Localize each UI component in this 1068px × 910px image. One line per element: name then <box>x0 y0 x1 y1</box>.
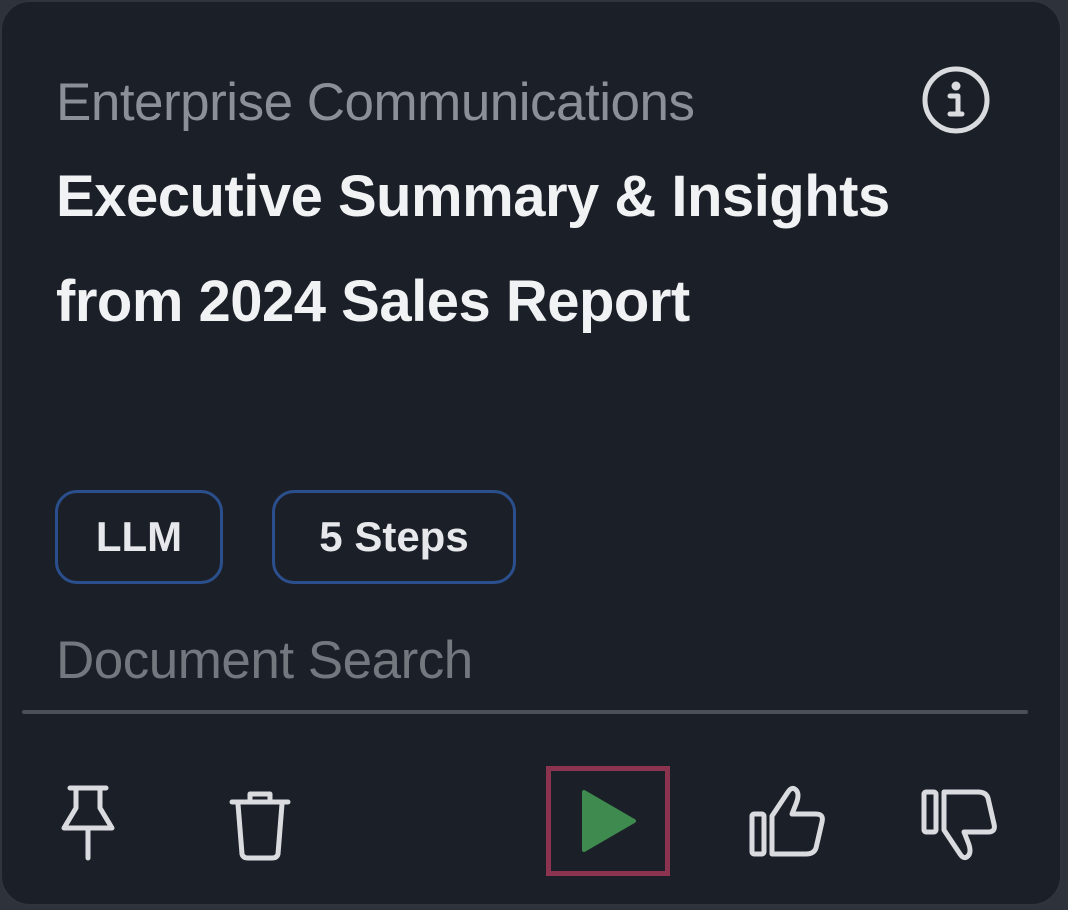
thumbs-down-button[interactable] <box>918 784 1002 864</box>
pin-button[interactable] <box>52 782 124 862</box>
divider <box>22 710 1028 714</box>
thumbs-down-icon <box>921 789 997 861</box>
tag-llm: LLM <box>55 490 223 584</box>
thumbs-up-icon <box>749 785 825 857</box>
info-icon[interactable] <box>920 64 992 136</box>
run-button[interactable] <box>546 766 670 876</box>
delete-button[interactable] <box>224 786 296 862</box>
tag-steps: 5 Steps <box>272 490 516 584</box>
thumbs-up-button[interactable] <box>746 782 830 862</box>
workflow-card[interactable]: Enterprise Communications Executive Summ… <box>0 0 1062 906</box>
card-subcategory: Document Search <box>56 631 473 690</box>
card-title: Executive Summary & Insights from 2024 S… <box>56 164 890 334</box>
pin-icon <box>61 785 115 861</box>
trash-icon <box>229 791 291 861</box>
card-category: Enterprise Communications <box>56 73 695 132</box>
play-icon <box>582 790 636 852</box>
